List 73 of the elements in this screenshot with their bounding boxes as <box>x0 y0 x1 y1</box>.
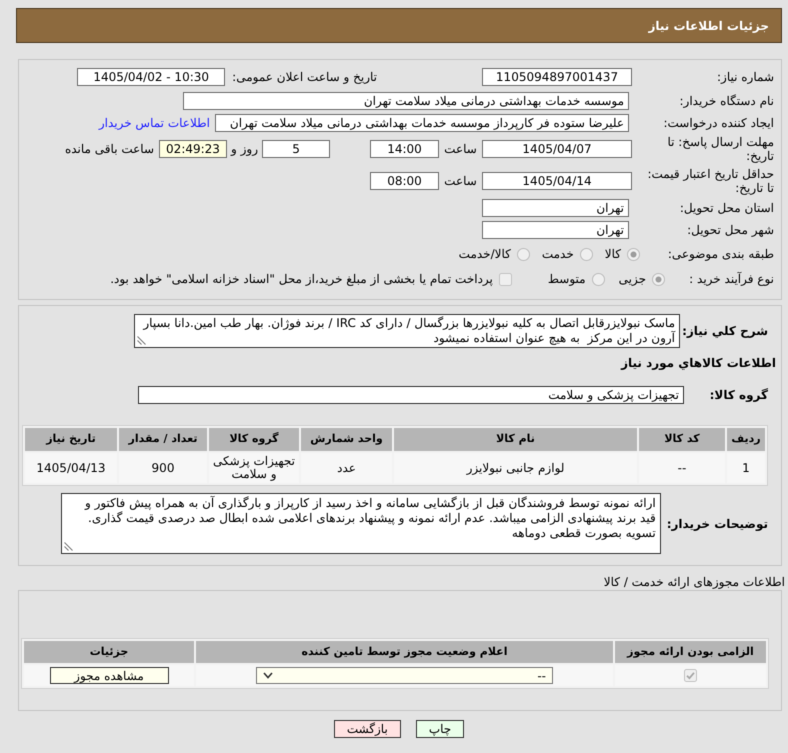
field-label: طبقه بندی موضوعی: <box>666 247 774 261</box>
field-label: توضیحات خریدار: <box>666 516 768 532</box>
column-header: اعلام وضعیت مجوز توسط تامین کننده <box>196 641 613 663</box>
column-header: جزئیات <box>24 641 194 663</box>
section-heading: اطلاعات کالاهاي مورد نياز <box>620 355 777 371</box>
status-select[interactable]: -- <box>256 667 553 684</box>
page-title: جزئیات اطلاعات نیاز <box>648 18 769 34</box>
radio-label: کالا/خدمت <box>458 246 511 263</box>
field-label: شرح کلي نياز: <box>681 323 769 340</box>
field-label: نام دستگاه خریدار: <box>678 94 774 108</box>
radio-label: کالا <box>604 246 621 263</box>
deadline-time-field[interactable]: 14:00 <box>370 140 439 158</box>
field-label: نوع فرآیند خرید : <box>688 272 774 286</box>
requester-field[interactable]: علیرضا ستوده فر کارپرداز موسسه خدمات بهداشتی درمانی میلاد سلامت تهران <box>215 114 629 132</box>
table-cell: عدد <box>301 453 392 483</box>
radio-button[interactable] <box>652 272 665 286</box>
column-header: تعداد / مقدار <box>119 428 207 451</box>
field-label: ساعت <box>443 141 478 158</box>
province-field[interactable]: تهران <box>482 199 629 217</box>
column-header: ردیف <box>727 428 765 451</box>
need-number-field[interactable]: 1105094897001437 <box>482 68 632 86</box>
buyer-org-field[interactable]: موسسه خدمات بهداشتی درمانی میلاد سلامت تهران <box>183 92 629 110</box>
table-cell: لوازم جانبی نبولایزر <box>394 453 637 483</box>
table-cell: 1405/04/13 <box>25 453 117 483</box>
radio-button[interactable] <box>580 248 593 260</box>
column-header: تاریخ نیاز <box>25 428 117 451</box>
table-cell: 1 <box>727 453 765 483</box>
goods-group-field[interactable]: تجهیزات پزشکی و سلامت <box>138 386 684 404</box>
column-header: الزامی بودن ارائه مجوز <box>615 641 766 663</box>
table-cell: 900 <box>119 453 207 483</box>
field-label: روز و <box>230 141 259 158</box>
required-checkbox[interactable] <box>684 669 697 682</box>
field-label: ساعت باقی مانده <box>64 141 154 158</box>
field-label: شماره نیاز: <box>716 70 774 84</box>
radio-label: متوسط <box>548 271 586 288</box>
days-field[interactable]: 5 <box>262 140 330 158</box>
radio-button[interactable] <box>516 248 530 260</box>
resize-grip-icon[interactable] <box>64 542 73 551</box>
column-header: کد کالا <box>639 428 725 451</box>
column-header: واحد شمارش <box>301 428 392 451</box>
table-cell: تجهیزات پزشکی و سلامت <box>209 453 299 483</box>
column-header: نام کالا <box>394 428 637 451</box>
field-label: شهر محل تحویل: <box>686 223 774 237</box>
notes-textarea[interactable]: ارائه نمونه توسط فروشندگان قبل از بازگشایی سامانه و اخذ رسید از کارپراز و بارگذاری آن به همراه پیش فاکتور و قید برند پیشنهادی الزامی میباشد. عدم ارائه نمونه و پیشنهاد برندهای اعلامی شده ابطال صد درصدی قیمت گذاری. تسویه بصورت قطعی دوماهه <box>60 493 661 554</box>
checkbox[interactable] <box>498 272 512 286</box>
chevron-down-icon[interactable] <box>263 672 273 679</box>
contact-info-link[interactable]: اطلاعات تماس خریدار <box>98 114 210 132</box>
validity-time-field[interactable]: 08:00 <box>370 172 439 190</box>
print-button[interactable]: چاپ <box>416 720 464 738</box>
field-label: مهلت ارسال پاسخ: تا تاریخ: <box>666 135 774 163</box>
field-label: حداقل تاریخ اعتبار قیمت: تا تاریخ: <box>646 167 774 195</box>
field-label: تاریخ و ساعت اعلان عمومی: <box>232 70 377 84</box>
deadline-date-field[interactable]: 1405/04/07 <box>482 140 632 158</box>
summary-textarea[interactable]: ماسک نبولایزرقابل اتصال به کلیه نبولایزرها بزرگسال / دارای کد IRC / برند فوژان. بهار طب امین.دانا بسپار آرون در این مرکز به هیچ عنوان استفاده نمیشود <box>134 314 680 348</box>
section-heading: اطلاعات مجوزهای ارائه خدمت / کالا <box>602 574 786 590</box>
field-label: ایجاد کننده درخواست: <box>662 116 774 130</box>
radio-button[interactable] <box>592 272 605 286</box>
resize-grip-icon[interactable] <box>137 336 146 345</box>
table-cell: -- <box>639 453 725 483</box>
announcement-date-field[interactable]: 1405/04/02 - 10:30 <box>77 68 226 86</box>
remaining-time-field[interactable]: 02:49:23 <box>159 140 227 158</box>
radio-label: خدمت <box>542 246 574 263</box>
radio-label: جزیی <box>618 271 646 288</box>
back-button[interactable]: بازگشت <box>334 720 401 738</box>
radio-button[interactable] <box>627 248 640 260</box>
field-label: استان محل تحویل: <box>678 201 774 215</box>
validity-date-field[interactable]: 1405/04/14 <box>482 172 632 190</box>
view-license-button[interactable]: مشاهده مجوز <box>50 667 168 684</box>
field-label: ساعت <box>443 173 478 190</box>
column-header: گروه کالا <box>209 428 299 451</box>
city-field[interactable]: تهران <box>482 221 629 239</box>
field-label: گروه کالا: <box>708 387 768 404</box>
checkbox-label: پرداخت تمام یا بخشی از مبلغ خرید،از محل "اسناد خزانه اسلامی" خواهد بود. <box>110 271 493 288</box>
